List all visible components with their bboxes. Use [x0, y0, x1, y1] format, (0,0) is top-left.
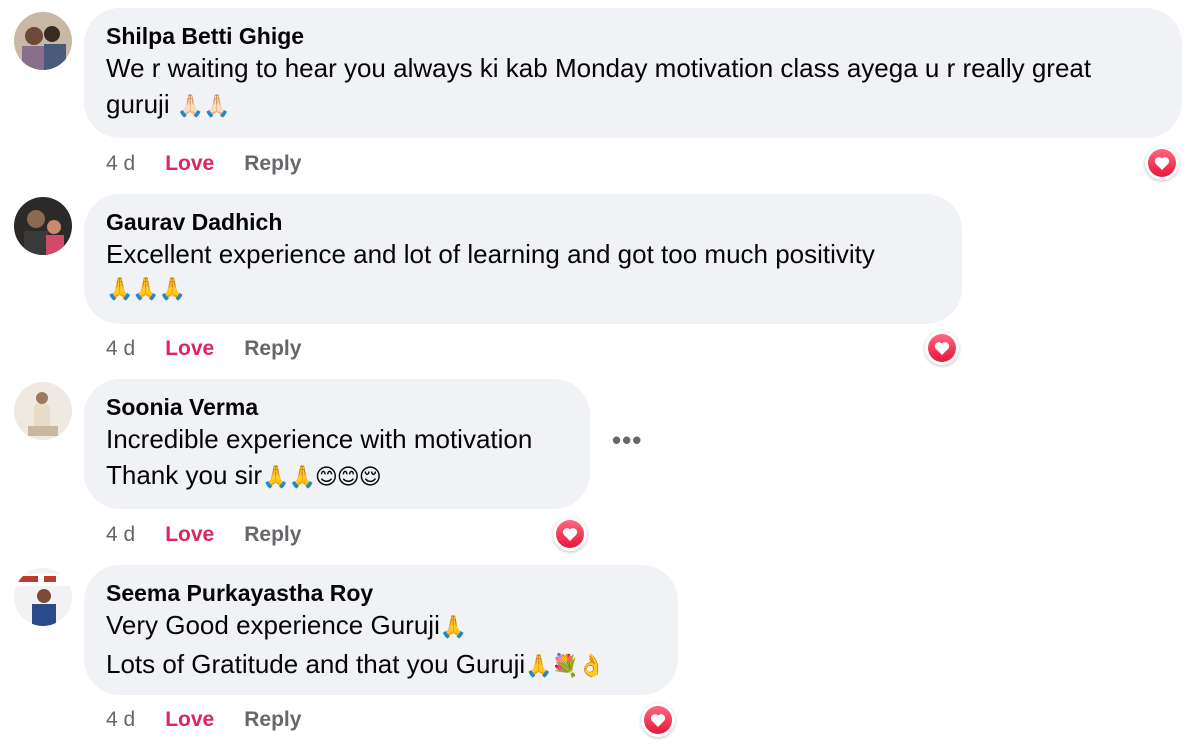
- comment-text: Lots of Gratitude and that you Guruji🙏💐👌: [106, 649, 605, 679]
- comment-emoji: 🙏🙏😊😊😌: [262, 465, 382, 490]
- reply-button[interactable]: Reply: [244, 337, 301, 361]
- heart-icon: [934, 341, 950, 355]
- comment-actions: 4 d Love Reply: [106, 334, 301, 364]
- heart-icon: [562, 527, 578, 541]
- comment-bubble: Gaurav Dadhich Excellent experience and …: [84, 194, 962, 324]
- comment-emoji: 🙏🏻🙏🏻: [176, 94, 231, 119]
- love-button[interactable]: Love: [165, 708, 214, 732]
- comment-actions: 4 d Love Reply: [106, 520, 301, 550]
- comment-emoji: 🙏💐👌: [525, 654, 605, 679]
- comment-author[interactable]: Shilpa Betti Ghige: [106, 22, 1160, 50]
- comment-bubble: Seema Purkayastha Roy Very Good experien…: [84, 565, 678, 695]
- comment-author[interactable]: Soonia Verma: [106, 393, 568, 421]
- heart-icon: [650, 713, 666, 727]
- comment-emoji: 🙏: [439, 615, 467, 640]
- timestamp[interactable]: 4 d: [106, 152, 135, 176]
- reaction-badge[interactable]: [925, 331, 959, 365]
- comment-text: We r waiting to hear you always ki kab M…: [106, 53, 1092, 119]
- comment-text: Thank you sir🙏🙏😊😊😌: [106, 460, 382, 490]
- love-button[interactable]: Love: [165, 337, 214, 361]
- avatar[interactable]: [14, 197, 72, 255]
- love-button[interactable]: Love: [165, 152, 214, 176]
- reply-button[interactable]: Reply: [244, 708, 301, 732]
- reaction-badge[interactable]: [641, 703, 675, 737]
- timestamp[interactable]: 4 d: [106, 337, 135, 361]
- comment-bubble: Soonia Verma Incredible experience with …: [84, 379, 590, 509]
- reaction-badge[interactable]: [553, 517, 587, 551]
- avatar[interactable]: [14, 568, 72, 626]
- comment-bubble: Shilpa Betti Ghige We r waiting to hear …: [84, 8, 1182, 138]
- avatar[interactable]: [14, 12, 72, 70]
- timestamp[interactable]: 4 d: [106, 708, 135, 732]
- comment-text: Excellent experience and lot of learning…: [106, 239, 875, 269]
- reply-button[interactable]: Reply: [244, 152, 301, 176]
- comment-author[interactable]: Seema Purkayastha Roy: [106, 579, 656, 607]
- comment-emoji: 🙏🙏🙏: [106, 277, 186, 302]
- comment-actions: 4 d Love Reply: [106, 149, 301, 179]
- avatar[interactable]: [14, 382, 72, 440]
- comment-author[interactable]: Gaurav Dadhich: [106, 208, 940, 236]
- comment-actions: 4 d Love Reply: [106, 705, 301, 735]
- comment-text: Very Good experience Guruji🙏: [106, 610, 467, 640]
- more-options-icon[interactable]: •••: [612, 427, 642, 453]
- heart-icon: [1154, 156, 1170, 170]
- love-button[interactable]: Love: [165, 523, 214, 547]
- reaction-badge[interactable]: [1145, 146, 1179, 180]
- comment-text: Incredible experience with motivation: [106, 424, 533, 454]
- reply-button[interactable]: Reply: [244, 523, 301, 547]
- timestamp[interactable]: 4 d: [106, 523, 135, 547]
